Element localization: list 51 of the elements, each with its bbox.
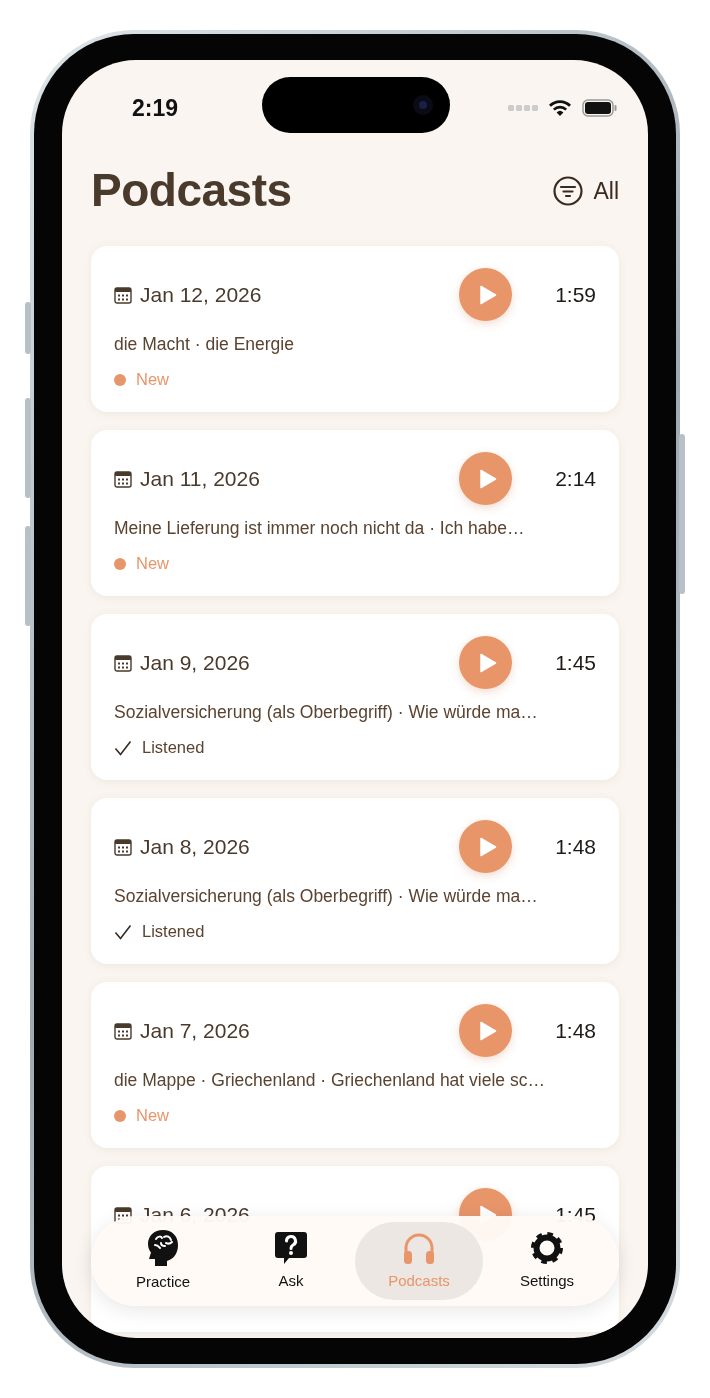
episode-date: Jan 12, 2026 xyxy=(140,281,263,308)
status-label: New xyxy=(136,369,169,391)
battery-icon xyxy=(582,99,618,117)
play-button[interactable] xyxy=(459,1004,512,1057)
play-button[interactable] xyxy=(459,636,512,689)
status-time: 2:19 xyxy=(132,93,179,123)
episode-date: Jan 11, 2026 xyxy=(140,465,261,492)
episode-duration: 1:48 xyxy=(554,833,596,860)
head-icon xyxy=(146,1228,180,1267)
wifi-icon xyxy=(548,99,572,117)
status-label: Listened xyxy=(142,737,205,759)
play-icon xyxy=(478,1020,497,1041)
calendar-icon xyxy=(114,469,132,488)
play-icon xyxy=(478,652,497,673)
play-button[interactable] xyxy=(459,452,512,505)
status-dot-icon xyxy=(114,373,126,386)
filter-button[interactable]: All xyxy=(553,173,619,209)
play-icon xyxy=(478,836,497,857)
camera-icon xyxy=(412,94,434,116)
signal-icon xyxy=(508,105,538,111)
speech-bubble-icon xyxy=(273,1229,309,1266)
play-icon xyxy=(478,284,497,305)
episode-date: Jan 9, 2026 xyxy=(140,649,251,676)
episode-words: die Macht · die Energie xyxy=(114,333,295,356)
status-dot-icon xyxy=(114,557,126,570)
episode-date: Jan 7, 2026 xyxy=(140,1017,251,1044)
episode-words: die Mappe · Griechenland · Griechenland hat viele sc… xyxy=(114,1069,546,1092)
checkmark-icon xyxy=(114,923,132,940)
episode-words: Meine Lieferung ist immer noch nicht da · Ich habe… xyxy=(114,517,526,540)
episode-duration: 1:59 xyxy=(554,281,596,308)
play-button[interactable] xyxy=(459,820,512,873)
filter-icon xyxy=(553,176,584,206)
status-dot-icon xyxy=(114,1109,126,1122)
episode-duration: 2:14 xyxy=(554,465,596,492)
checkmark-icon xyxy=(114,739,132,756)
status-label: Listened xyxy=(142,921,205,943)
episode-date: Jan 8, 2026 xyxy=(140,833,251,860)
calendar-icon xyxy=(114,653,132,672)
play-icon xyxy=(478,468,497,489)
calendar-icon xyxy=(114,285,132,304)
episode-words: Sozialversicherung (als Oberbegriff) · Wie würde ma… xyxy=(114,701,539,724)
settings-icon xyxy=(529,1229,565,1266)
calendar-icon xyxy=(114,1021,132,1040)
status-label: New xyxy=(136,1105,169,1127)
episode-duration: 1:45 xyxy=(554,649,596,676)
episode-words: Sozialversicherung (als Oberbegriff) · Wie würde ma… xyxy=(114,885,539,908)
status-label: New xyxy=(136,553,169,575)
episode-duration: 1:48 xyxy=(554,1017,596,1044)
page-title: Podcasts xyxy=(91,163,292,219)
play-button[interactable] xyxy=(459,268,512,321)
calendar-icon xyxy=(114,837,132,856)
